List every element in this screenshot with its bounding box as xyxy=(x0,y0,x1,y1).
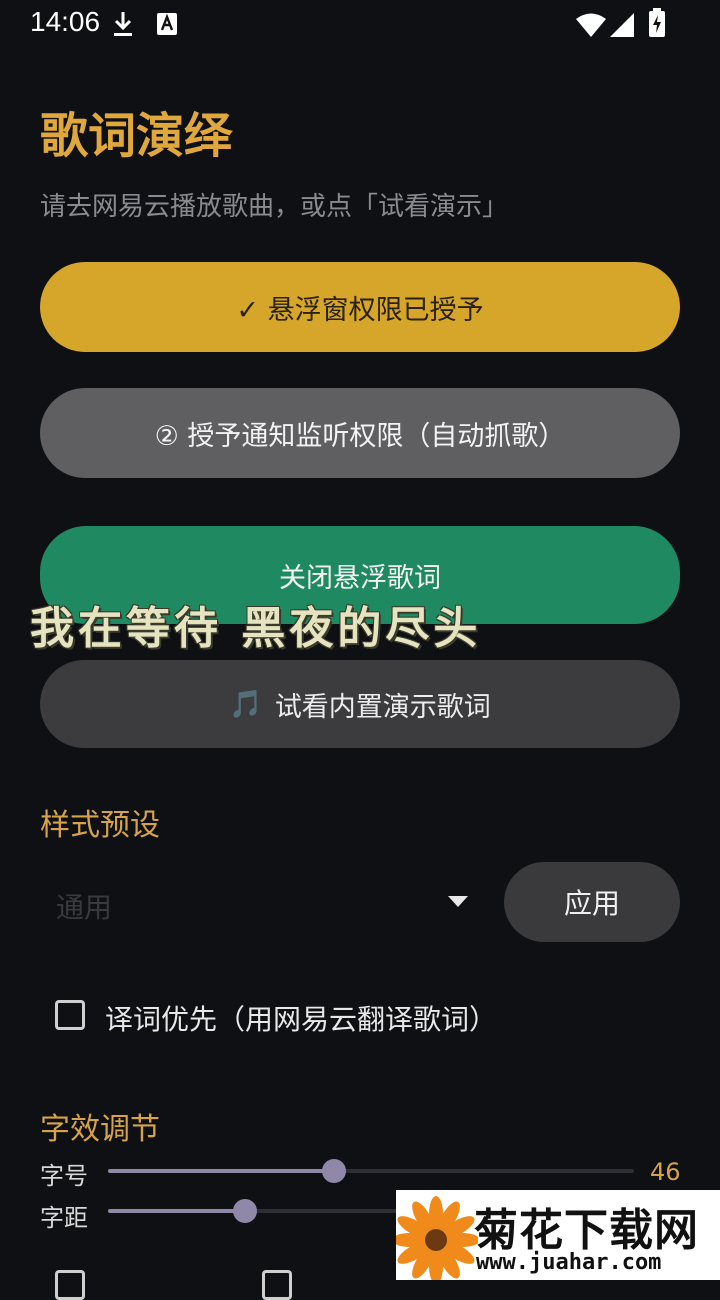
overlay-permission-label: ✓ 悬浮窗权限已授予 xyxy=(236,294,484,326)
style-preset-dropdown[interactable]: 通用 xyxy=(40,872,480,936)
letter-spacing-label: 字距 xyxy=(40,1204,88,1232)
demo-lyrics-label: 试看内置演示歌词 xyxy=(274,691,491,723)
letter-spacing-slider-thumb[interactable] xyxy=(232,1199,257,1223)
flower-logo-icon xyxy=(396,1196,478,1280)
effects-heading: 字效调节 xyxy=(40,1112,160,1147)
translation-first-label: 译词优先（用网易云翻译歌词） xyxy=(105,1003,498,1036)
dropdown-arrow-icon xyxy=(448,896,468,907)
bottom-option-checkbox-2[interactable] xyxy=(262,1270,292,1300)
overlay-permission-button[interactable]: ✓ 悬浮窗权限已授予 xyxy=(40,262,680,352)
notification-permission-label: ② 授予通知监听权限（自动抓歌） xyxy=(154,420,566,452)
notification-permission-button[interactable]: ② 授予通知监听权限（自动抓歌） xyxy=(40,388,680,478)
status-time: 14:06 xyxy=(30,6,101,37)
translation-first-checkbox[interactable] xyxy=(55,1000,85,1030)
apply-preset-button[interactable]: 应用 xyxy=(504,862,680,942)
font-size-value: 46 xyxy=(650,1158,681,1186)
status-bar: 14:06 xyxy=(0,0,720,48)
site-watermark: 菊花下载网 www.juahar.com xyxy=(396,1190,720,1280)
download-icon xyxy=(114,12,132,36)
close-floating-lyrics-button[interactable]: 关闭悬浮歌词 xyxy=(40,526,680,624)
wifi-icon xyxy=(576,13,606,37)
bottom-option-checkbox-1[interactable] xyxy=(55,1270,85,1300)
close-floating-lyrics-label: 关闭悬浮歌词 xyxy=(279,562,441,594)
letter-spacing-slider-fill xyxy=(108,1209,245,1213)
music-note-icon: 🎵 xyxy=(229,689,263,720)
keyboard-a-icon xyxy=(157,13,177,35)
font-size-slider[interactable] xyxy=(108,1159,634,1183)
font-size-slider-fill xyxy=(108,1169,335,1173)
style-preset-selected: 通用 xyxy=(56,891,113,924)
page-subtitle: 请去网易云播放歌曲，或点「试看演示」 xyxy=(40,192,509,222)
apply-preset-label: 应用 xyxy=(563,887,620,920)
cell-signal-icon xyxy=(610,13,634,37)
font-size-label: 字号 xyxy=(40,1162,88,1190)
demo-lyrics-button[interactable]: 🎵 试看内置演示歌词 xyxy=(40,660,680,748)
page-title: 歌词演绎 xyxy=(40,108,233,164)
style-preset-heading: 样式预设 xyxy=(40,808,160,843)
watermark-text: 菊花下载网 xyxy=(474,1205,699,1256)
battery-charging-icon xyxy=(649,8,665,37)
watermark-url: www.juahar.com xyxy=(476,1250,662,1275)
font-size-slider-thumb[interactable] xyxy=(322,1159,347,1183)
